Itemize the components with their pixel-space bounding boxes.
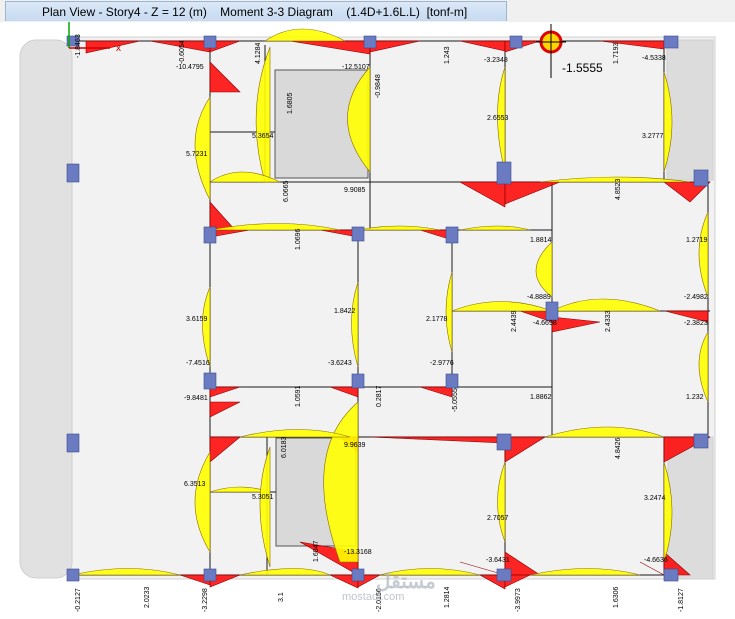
moment-label: -3.9973 [515,588,522,612]
moment-label: 2.6553 [487,115,509,122]
moment-label: -12.5107 [342,64,370,71]
moment-label: 1.232 [686,394,704,401]
moment-label: 2.7057 [487,515,509,522]
moment-label: 4.8523 [615,178,622,200]
right-wall-top [666,39,714,181]
moment-label: 1.0696 [295,228,302,250]
moment-label: 3.2777 [642,133,664,140]
moment-label: -5.0555 [452,388,459,412]
moment-label: 5.3654 [252,133,274,140]
moment-label: -3.2348 [484,57,508,64]
moment-label: -0.9848 [375,74,382,98]
moment-label: -0.2127 [75,588,82,612]
right-wall-bottom [667,436,714,580]
moment-label: 1.6805 [287,92,294,114]
moment-label: 6.3513 [184,481,206,488]
title-bar: Plan View - Story4 - Z = 12 (m) Moment 3… [0,0,735,23]
watermark-arabic: مستقل [376,571,436,593]
moment-label: -2.4982 [684,294,708,301]
moment-label: 6.0183 [281,436,288,458]
moment-label: 9.9085 [344,187,366,194]
moment-label: 2.1778 [426,316,448,323]
moment-label: -4.6698 [533,320,557,327]
moment-label: 4.1284 [255,42,262,64]
moment-label: 5.3051 [252,494,274,501]
moment-label: 3.2474 [644,495,666,502]
moment-label: -4.6636 [644,557,668,564]
moment-label: -3.6243 [328,360,352,367]
moment-label: -3.2298 [202,588,209,612]
moment-label: -4.5338 [642,55,666,62]
moment-label: -9.8481 [184,395,208,402]
watermark-url: mostaql.com [342,591,404,603]
window-title: Plan View - Story4 - Z = 12 (m) Moment 3… [42,5,468,19]
moment-label: -2.3823 [684,320,708,327]
moment-label: 9.9639 [344,442,366,449]
moment-label: 1.243 [444,46,451,64]
window-tab[interactable]: Plan View - Story4 - Z = 12 (m) Moment 3… [5,1,507,21]
moment-label: 1.8814 [530,237,552,244]
moment-label: 5.7231 [186,151,208,158]
moment-label: 1.2719 [686,237,708,244]
selected-value-readout: -1.5555 [562,61,603,75]
moment-label: -7.4516 [186,360,210,367]
moment-label: 1.6047 [313,540,320,562]
moment-label: 0.2817 [376,385,383,407]
moment-label: 1.7193 [613,42,620,64]
moment-label: -3.6431 [486,557,510,564]
left-wall [19,39,73,579]
moment-label: 1.6306 [613,586,620,608]
moment-label: 4.8426 [615,437,622,459]
moment-label: -1.8463 [75,34,82,58]
moment-label: 3.1 [278,592,285,602]
moment-label: -1.8127 [678,588,685,612]
x-axis-label: x [116,43,121,54]
moment-label: 1.8862 [530,394,552,401]
moment-label: 2.4439 [511,310,518,332]
moment-label: -2.9776 [430,360,454,367]
moment-label: 6.0665 [283,180,290,202]
moment-label: 1.2814 [444,586,451,608]
moment-label: 3.6159 [186,316,208,323]
moment-label: -13.3168 [344,549,372,556]
moment-label: -0.6054 [179,40,186,64]
plan-view-canvas[interactable]: x -1.5555 -1.8463 -10.4795 -0.6054 4.128… [0,22,735,614]
moment-label: -4.8889 [527,294,551,301]
moment-label: -10.4795 [176,64,204,71]
moment-label: 2.0233 [144,586,151,608]
moment-label: 1.8422 [334,308,356,315]
moment-label: 2.4333 [605,310,612,332]
moment-label: 1.0591 [295,385,302,407]
